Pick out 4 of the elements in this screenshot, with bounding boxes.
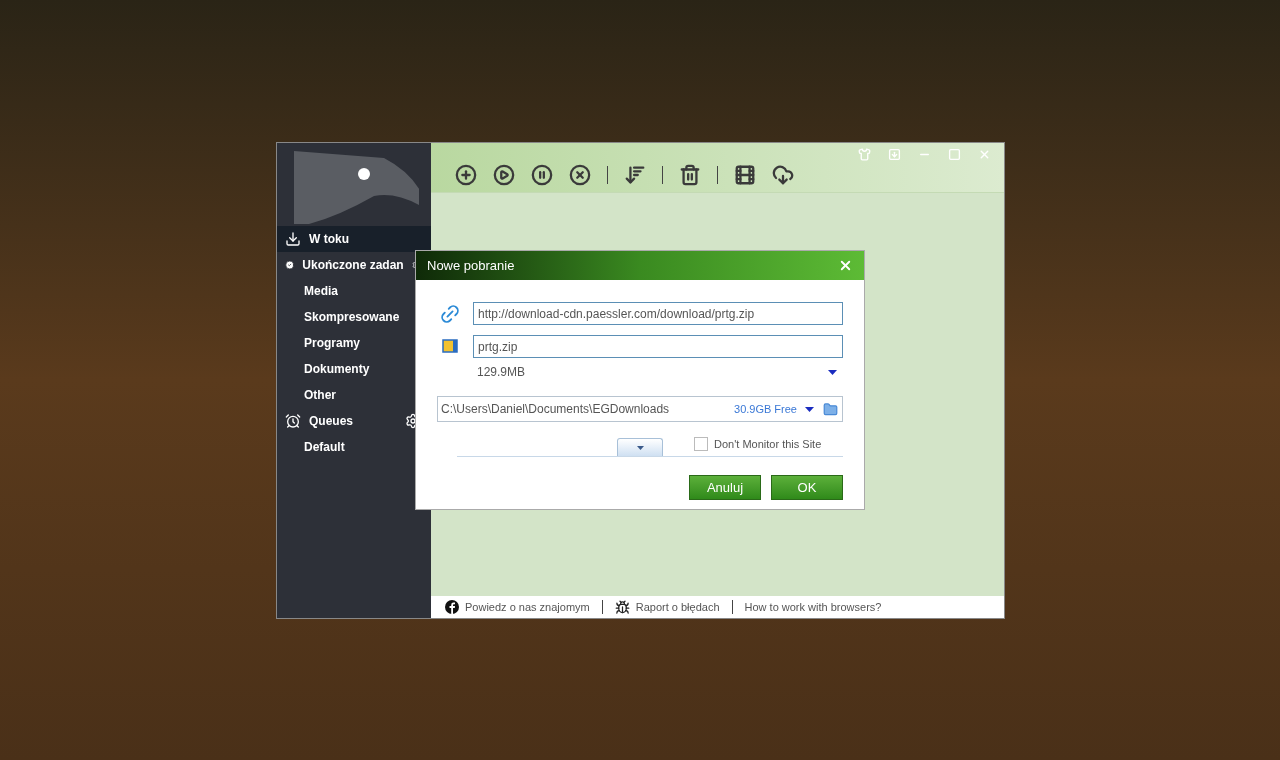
dialog-title: Nowe pobranie — [427, 256, 516, 275]
free-space: 30.9GB Free — [734, 401, 797, 417]
file-size: 129.9MB — [477, 364, 527, 381]
checkbox-label: Don't Monitor this Site — [714, 437, 822, 452]
